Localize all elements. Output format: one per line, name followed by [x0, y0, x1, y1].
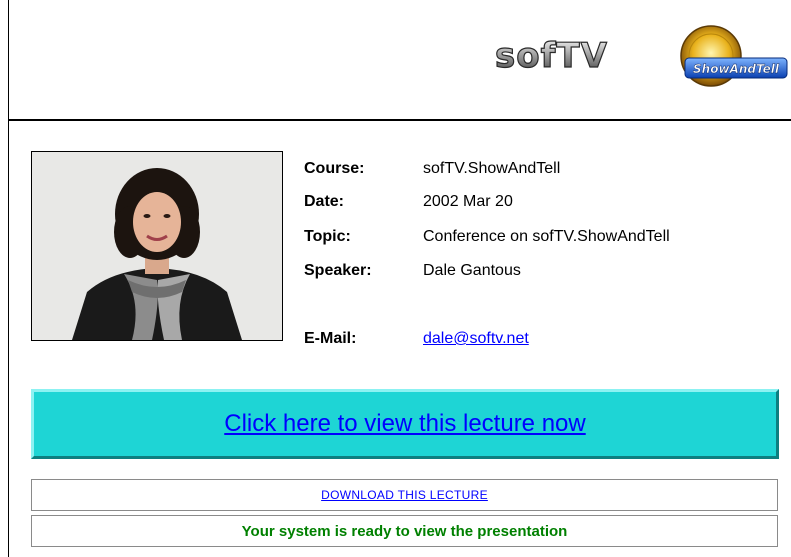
- date-label: Date:: [304, 193, 345, 210]
- download-lecture-link[interactable]: DOWNLOAD THIS LECTURE: [321, 488, 488, 502]
- softv-showandtell-logo: sofTV ShowAndTell: [494, 25, 788, 87]
- header-divider: [9, 119, 791, 121]
- topic-label: Topic:: [304, 228, 351, 245]
- view-lecture-button[interactable]: Click here to view this lecture now: [31, 389, 779, 459]
- topic-value: Conference on sofTV.ShowAndTell: [423, 228, 670, 245]
- view-lecture-link[interactable]: Click here to view this lecture now: [224, 410, 585, 438]
- speaker-portrait-image: [32, 152, 282, 340]
- speaker-value: Dale Gantous: [423, 262, 521, 279]
- system-status-text: Your system is ready to view the present…: [241, 522, 568, 540]
- header: sofTV ShowAndTell: [9, 0, 791, 118]
- email-link[interactable]: dale@softv.net: [423, 330, 529, 348]
- speaker-photo: [31, 151, 283, 341]
- system-status-panel: Your system is ready to view the present…: [31, 515, 778, 547]
- logo-badge-text: ShowAndTell: [693, 62, 780, 76]
- course-label: Course:: [304, 160, 365, 177]
- speaker-label: Speaker:: [304, 262, 372, 279]
- date-value: 2002 Mar 20: [423, 193, 513, 210]
- email-label: E-Mail:: [304, 330, 357, 347]
- course-value: sofTV.ShowAndTell: [423, 160, 561, 177]
- logo-brand-text: sofTV: [495, 36, 608, 76]
- download-panel: DOWNLOAD THIS LECTURE: [31, 479, 778, 511]
